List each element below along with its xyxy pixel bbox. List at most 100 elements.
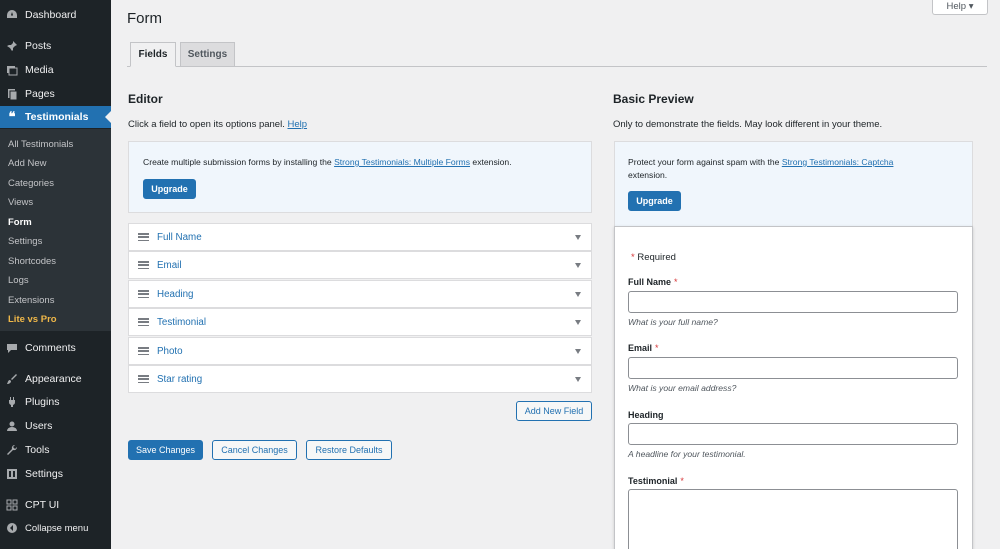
required-star: * [631,252,635,263]
menu-label: Comments [25,342,76,354]
testimonials-submenu: All Testimonials Add New Categories View… [0,129,111,331]
submenu-lite-vs-pro[interactable]: Lite vs Pro [8,314,57,325]
submenu-views[interactable]: Views [8,197,33,208]
required-label: Required [637,252,676,263]
save-changes-button[interactable]: Save Changes [128,440,203,460]
submenu-add-new[interactable]: Add New [8,158,47,169]
submenu-all-testimonials[interactable]: All Testimonials [8,139,73,150]
menu-label: Appearance [25,373,82,385]
cancel-changes-button[interactable]: Cancel Changes [212,440,297,460]
menu-item-users[interactable]: Users [0,415,111,437]
field-row[interactable]: Heading [128,280,592,308]
menu-item-pages[interactable]: Pages [0,83,111,105]
multiple-forms-notice: Create multiple submission forms by inst… [128,141,592,213]
submenu-form[interactable]: Form [8,217,32,228]
menu-item-plugins[interactable]: Plugins [0,391,111,413]
menu-item-appearance[interactable]: Appearance [0,368,111,390]
submenu-logs[interactable]: Logs [8,275,29,286]
submenu-shortcodes[interactable]: Shortcodes [8,256,56,267]
field-row[interactable]: Photo [128,337,592,365]
menu-item-collapse[interactable]: Collapse menu [0,517,111,539]
drag-handle-icon[interactable] [138,261,149,269]
caret-down-icon[interactable] [575,348,581,354]
menu-item-testimonials[interactable]: ❝ Testimonials [0,106,111,128]
collapse-icon [6,522,18,534]
required-star: * [655,343,659,353]
field-name: Full Name [157,231,202,243]
label-text: Testimonial [628,476,678,486]
captcha-link[interactable]: Strong Testimonials: Captcha [782,157,894,167]
field-name: Photo [157,345,183,357]
menu-label: Users [25,420,53,432]
field-row[interactable]: Full Name [128,223,592,251]
restore-defaults-button[interactable]: Restore Defaults [306,440,392,460]
tabs-divider [127,66,987,67]
menu-label: Pages [25,88,55,100]
caret-down-icon[interactable] [575,291,581,297]
caret-down-icon[interactable] [575,319,581,325]
menu-item-media[interactable]: Media [0,59,111,81]
preview-heading-input[interactable] [628,423,958,445]
menu-label: Posts [25,40,52,52]
preview-testimonial-textarea[interactable] [628,489,958,549]
help-link[interactable]: Help [287,119,307,130]
preview-heading-hint: A headline for your testimonial. [628,449,746,459]
preview-email-hint: What is your email address? [628,383,737,393]
field-row[interactable]: Email [128,251,592,279]
captcha-notice-text: Protect your form against spam with the … [628,156,958,182]
preview-full-name-hint: What is your full name? [628,317,718,327]
add-new-field-button[interactable]: Add New Field [516,401,592,421]
preview-description: Only to demonstrate the fields. May look… [613,119,883,130]
upgrade-button[interactable]: Upgrade [143,179,196,199]
caret-down-icon[interactable] [575,234,581,240]
captcha-notice-pre: Protect your form against spam with the [628,157,782,167]
field-name: Email [157,259,182,271]
brush-icon [6,373,18,385]
drag-handle-icon[interactable] [138,375,149,383]
drag-handle-icon[interactable] [138,233,149,241]
drag-handle-icon[interactable] [138,318,149,326]
label-text: Heading [628,410,664,420]
preview-label-email: Email * [628,343,659,353]
field-row[interactable]: Star rating [128,365,592,393]
captcha-upgrade-button[interactable]: Upgrade [628,191,681,211]
wrench-icon [6,444,18,456]
submenu-categories[interactable]: Categories [8,178,54,189]
comment-icon [6,342,18,354]
tab-settings[interactable]: Settings [180,42,235,67]
menu-item-tools[interactable]: Tools [0,439,111,461]
menu-item-dashboard[interactable]: Dashboard [0,4,111,26]
menu-label: CPT UI [25,499,60,511]
menu-item-cpt-ui[interactable]: CPT UI [0,494,111,516]
preview-label-full-name: Full Name * [628,277,678,287]
menu-item-posts[interactable]: Posts [0,35,111,57]
preview-email-input[interactable] [628,357,958,379]
preview-title: Basic Preview [613,92,694,106]
menu-label: Collapse menu [25,522,89,534]
pages-icon [6,88,18,100]
menu-item-settings[interactable]: Settings [0,463,111,485]
submenu-settings[interactable]: Settings [8,236,42,247]
caret-down-icon[interactable] [575,262,581,268]
captcha-notice: Protect your form against spam with the … [614,141,973,227]
field-name: Heading [157,288,194,300]
field-row[interactable]: Testimonial [128,308,592,336]
required-legend: * Required [631,252,676,263]
caret-down-icon[interactable] [575,376,581,382]
editor-desc-text: Click a field to open its options panel. [128,119,285,130]
editor-description: Click a field to open its options panel.… [128,119,307,130]
required-star: * [680,476,684,486]
required-star: * [674,277,678,287]
tab-fields[interactable]: Fields [130,42,176,67]
menu-label: Media [25,64,54,76]
menu-item-comments[interactable]: Comments [0,337,111,359]
submenu-extensions[interactable]: Extensions [8,295,54,306]
preview-full-name-input[interactable] [628,291,958,313]
menu-label: Plugins [25,396,60,408]
menu-label: Testimonials [25,111,89,123]
help-button[interactable]: Help ▾ [932,0,988,15]
drag-handle-icon[interactable] [138,347,149,355]
preview-label-heading: Heading [628,410,664,420]
multiple-forms-link[interactable]: Strong Testimonials: Multiple Forms [334,157,470,167]
drag-handle-icon[interactable] [138,290,149,298]
